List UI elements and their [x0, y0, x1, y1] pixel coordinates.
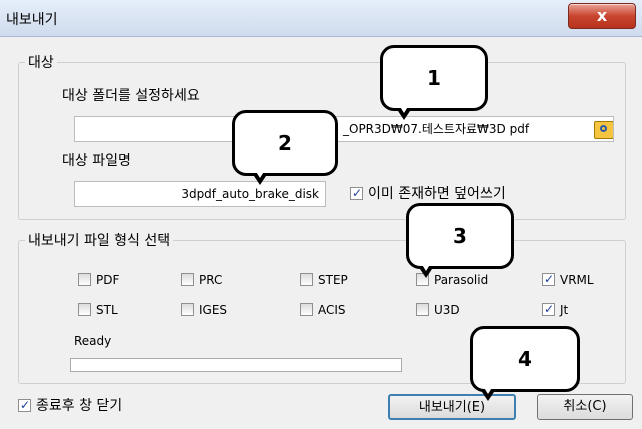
close-after-checkbox[interactable]: 종료후 창 닫기: [18, 397, 123, 414]
folder-label: 대상 폴더를 설정하세요: [62, 88, 200, 104]
format-label: STEP: [318, 273, 348, 287]
checkbox-checked-icon: [542, 271, 555, 287]
callout-1: 1: [380, 45, 488, 111]
format-checkbox-jt[interactable]: Jt: [542, 301, 569, 318]
format-legend: 내보내기 파일 형식 선택: [28, 233, 171, 249]
format-checkbox-pdf[interactable]: PDF: [78, 272, 119, 288]
title-bar: 내보내기 x: [0, 0, 642, 37]
checkbox-checked-icon: [542, 301, 555, 317]
format-checkbox-vrml[interactable]: VRML: [542, 271, 594, 288]
close-after-check-icon: [18, 397, 31, 413]
format-label: VRML: [560, 273, 594, 287]
file-name-label: 대상 파일명: [62, 153, 131, 169]
format-checkbox-acis[interactable]: ACIS: [300, 302, 346, 318]
target-legend: 대상: [28, 55, 54, 71]
callout-1-pointer: [396, 105, 412, 120]
checkbox-icon: [181, 273, 194, 286]
callout-3: 3: [406, 203, 514, 269]
format-label: PRC: [199, 273, 223, 287]
format-checkbox-u3d[interactable]: U3D: [416, 302, 460, 318]
checkbox-icon: [78, 303, 91, 316]
checkbox-icon: [300, 273, 313, 286]
checkbox-icon: [78, 273, 91, 286]
callout-2: 2: [232, 110, 338, 176]
callout-2-pointer: [252, 170, 268, 185]
format-label: Jt: [560, 303, 569, 317]
dialog-title: 내보내기: [6, 12, 58, 28]
format-label: Parasolid: [434, 273, 489, 287]
close-after-label: 종료후 창 닫기: [36, 398, 123, 414]
checkbox-icon: [300, 303, 313, 316]
format-label: STL: [96, 303, 118, 317]
format-label: IGES: [199, 303, 228, 317]
format-label: PDF: [96, 273, 120, 287]
close-icon: x: [596, 6, 608, 25]
callout-4: 4: [470, 326, 580, 392]
format-label: ACIS: [318, 303, 346, 317]
format-checkbox-step[interactable]: STEP: [300, 272, 348, 288]
format-checkbox-iges[interactable]: IGES: [181, 302, 227, 318]
format-checkbox-stl[interactable]: STL: [78, 302, 118, 318]
overwrite-check-icon: [350, 185, 363, 201]
export-dialog: 내보내기 x 대상 대상 폴더를 설정하세요 _OPR3D₩07.테스트자료₩3…: [0, 0, 642, 429]
file-name-input[interactable]: 3dpdf_auto_brake_disk: [74, 181, 326, 207]
browse-folder-icon[interactable]: [594, 121, 613, 139]
checkbox-icon: [181, 303, 194, 316]
callout-4-pointer: [480, 386, 496, 401]
export-progress-bar: [70, 358, 402, 372]
export-button[interactable]: 내보내기(E): [388, 394, 516, 420]
folder-path-text: _OPR3D₩07.테스트자료₩3D pdf: [343, 122, 530, 136]
status-text: Ready: [74, 334, 112, 348]
checkbox-icon: [416, 303, 429, 316]
callout-3-pointer: [418, 263, 434, 278]
overwrite-label: 이미 존재하면 덮어쓰기: [368, 186, 506, 202]
overwrite-checkbox[interactable]: 이미 존재하면 덮어쓰기: [350, 185, 506, 202]
close-button[interactable]: x: [568, 3, 636, 29]
cancel-button[interactable]: 취소(C): [537, 394, 633, 420]
format-label: U3D: [434, 303, 460, 317]
folder-input[interactable]: _OPR3D₩07.테스트자료₩3D pdf: [74, 116, 614, 142]
format-checkbox-prc[interactable]: PRC: [181, 272, 222, 288]
